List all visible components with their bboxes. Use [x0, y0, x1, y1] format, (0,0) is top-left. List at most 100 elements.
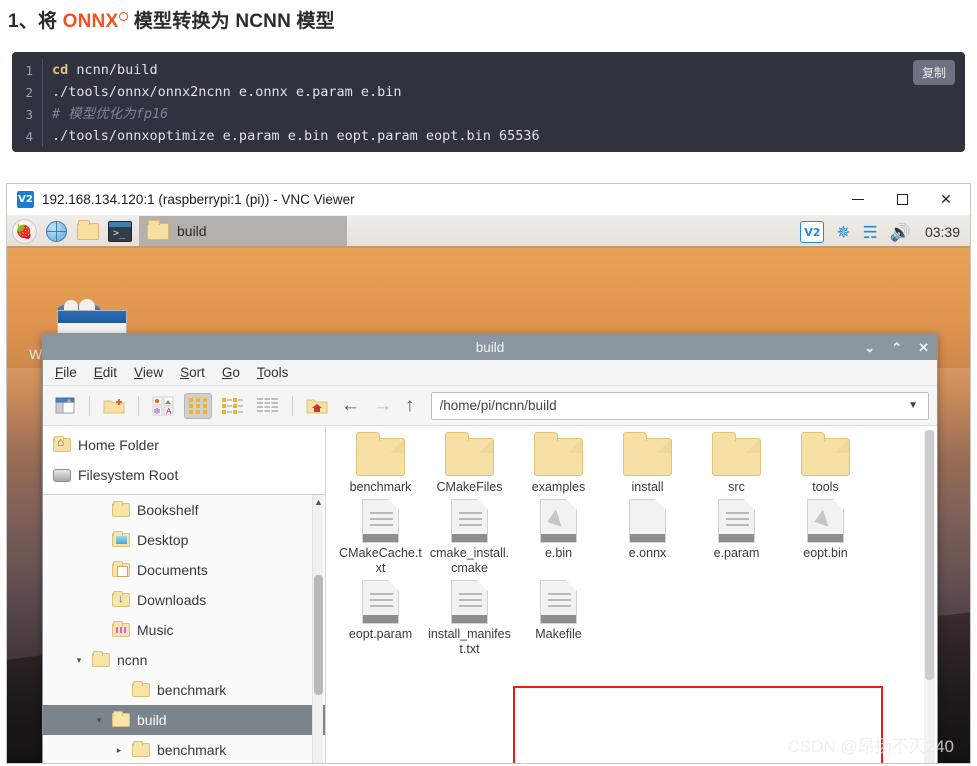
- taskbar-window-button-build[interactable]: build: [139, 216, 347, 246]
- up-button[interactable]: ↑: [402, 395, 418, 417]
- file-pane-scrollbar-thumb[interactable]: [925, 430, 934, 680]
- fm-maximize-button[interactable]: ⌃: [891, 341, 902, 354]
- volume-icon[interactable]: 🔊: [890, 224, 911, 241]
- menu-go[interactable]: Go: [222, 365, 240, 380]
- vnc-viewer-window: V2 192.168.134.120:1 (raspberrypi:1 (pi)…: [6, 183, 971, 764]
- code-line: 4 ./tools/onnxoptimize e.param e.bin eopt…: [12, 125, 965, 147]
- tree-item-label: ncnn: [117, 652, 148, 668]
- code-line-text: ./tools/onnx/onnx2ncnn e.onnx e.param e.…: [42, 81, 965, 103]
- compact-view-icon[interactable]: [219, 393, 247, 419]
- file-item-label: examples: [531, 480, 586, 494]
- new-tab-icon[interactable]: [51, 393, 79, 419]
- file-item-eopt-bin[interactable]: eopt.bin: [781, 495, 870, 576]
- menu-tools[interactable]: Tools: [257, 365, 289, 380]
- tree-scrollbar[interactable]: ▲: [312, 495, 323, 763]
- folder-icon: [801, 432, 850, 476]
- file-item-src[interactable]: src: [692, 432, 781, 495]
- menu-file[interactable]: File: [55, 365, 77, 380]
- file-item-eopt-param[interactable]: eopt.param: [336, 576, 425, 657]
- chevron-down-icon[interactable]: ▼: [904, 400, 922, 411]
- raspberry-menu-icon[interactable]: 🍓: [9, 217, 39, 245]
- tree-item-desktop[interactable]: Desktop: [43, 525, 325, 555]
- binary-file-icon: [807, 499, 844, 543]
- tree-item-ncnn[interactable]: ▾ ncnn: [43, 645, 325, 675]
- back-button[interactable]: ←: [338, 395, 363, 417]
- menu-sort[interactable]: Sort: [180, 365, 205, 380]
- copy-code-button[interactable]: 复制: [912, 60, 955, 85]
- terminal-icon[interactable]: >_: [105, 217, 135, 245]
- file-item-label: CMakeCache.txt: [339, 546, 422, 575]
- file-item-benchmark[interactable]: benchmark: [336, 432, 425, 495]
- menu-edit[interactable]: Edit: [94, 365, 117, 380]
- file-item-e-onnx[interactable]: e.onnx: [603, 495, 692, 576]
- fm-close-button[interactable]: ✕: [918, 341, 929, 354]
- document-file-icon: [451, 499, 488, 543]
- wifi-icon[interactable]: ☴: [863, 224, 878, 241]
- file-list-pane[interactable]: benchmark CMakeFiles examples install src too…: [326, 426, 937, 763]
- file-item-cmakecache-txt[interactable]: CMakeCache.txt: [336, 495, 425, 576]
- file-item-label: e.onnx: [628, 546, 667, 560]
- chevron-right-icon[interactable]: ▸: [113, 745, 125, 756]
- file-item-examples[interactable]: examples: [514, 432, 603, 495]
- file-item-e-bin[interactable]: e.bin: [514, 495, 603, 576]
- file-item-label: cmake_install.cmake: [429, 546, 510, 575]
- folder-icon: [112, 530, 130, 547]
- code-line-text: ./tools/onnxoptimize e.param e.bin eopt.…: [42, 125, 965, 147]
- tree-item-documents[interactable]: Documents: [43, 555, 325, 585]
- forward-button[interactable]: →: [370, 395, 395, 417]
- vnc-maximize-button[interactable]: [880, 184, 924, 215]
- file-row: eopt.param install_manifest.txt Makefile: [336, 576, 937, 657]
- code-block: 1 cd ncnn/build 2 ./tools/onnx/onnx2ncnn e.…: [12, 52, 965, 152]
- vnc-minimize-button[interactable]: [836, 184, 880, 215]
- code-line-text: # 模型优化为fp16: [42, 103, 965, 125]
- vnc-close-button[interactable]: ✕: [924, 184, 968, 215]
- tree-item-benchmark[interactable]: ▸ benchmark: [43, 735, 325, 763]
- file-item-install-manifest-txt[interactable]: install_manifest.txt: [425, 576, 514, 657]
- file-item-install[interactable]: install: [603, 432, 692, 495]
- icon-view-icon[interactable]: [184, 392, 212, 419]
- folder-icon: [112, 500, 130, 517]
- vnc-tray-icon[interactable]: V2: [800, 221, 825, 243]
- place-item-filesystem-root[interactable]: Filesystem Root: [43, 460, 325, 490]
- home-icon[interactable]: [303, 393, 331, 419]
- file-grid: benchmark CMakeFiles examples install src too…: [336, 432, 937, 657]
- folder-icon: [147, 219, 169, 240]
- tree-item-build[interactable]: ▾ build: [43, 705, 325, 735]
- path-bar[interactable]: ▼: [430, 391, 929, 420]
- file-item-label: e.bin: [544, 546, 573, 560]
- file-item-cmake-install-cmake[interactable]: cmake_install.cmake: [425, 495, 514, 576]
- tree-item-music[interactable]: Music: [43, 615, 325, 645]
- file-item-tools[interactable]: tools: [781, 432, 870, 495]
- home-folder-icon: [53, 435, 71, 452]
- scroll-up-arrow-icon[interactable]: ▲: [314, 497, 323, 507]
- show-thumbnails-icon[interactable]: A: [149, 393, 177, 419]
- background-window-titlebar: [58, 311, 126, 323]
- file-row: CMakeCache.txt cmake_install.cmake e.bin e.…: [336, 495, 937, 576]
- detailed-list-icon[interactable]: [254, 393, 282, 419]
- place-item-home-folder[interactable]: Home Folder: [43, 430, 325, 460]
- tree-item-downloads[interactable]: Downloads: [43, 585, 325, 615]
- path-input[interactable]: [437, 397, 905, 414]
- file-item-cmakefiles[interactable]: CMakeFiles: [425, 432, 514, 495]
- tree-item-benchmark[interactable]: benchmark: [43, 675, 325, 705]
- file-item-e-param[interactable]: e.param: [692, 495, 781, 576]
- file-pane-scrollbar[interactable]: [924, 430, 935, 763]
- code-line-number: 3: [25, 106, 33, 122]
- vnc-logo-icon: V2: [17, 191, 34, 208]
- menu-view[interactable]: View: [134, 365, 163, 380]
- fm-minimize-button[interactable]: ⌄: [864, 341, 875, 354]
- chevron-down-icon[interactable]: ▾: [93, 715, 105, 726]
- file-manager-icon[interactable]: [73, 217, 103, 245]
- file-item-makefile[interactable]: Makefile: [514, 576, 603, 657]
- tree-scrollbar-thumb[interactable]: [314, 575, 323, 695]
- web-browser-icon[interactable]: [41, 217, 71, 245]
- folder-icon: [623, 432, 672, 476]
- tree-item-bookshelf[interactable]: Bookshelf: [43, 495, 325, 525]
- new-folder-icon[interactable]: [100, 393, 128, 419]
- raspbian-desktop: Wa build ⌄ ⌃ ✕ File Edit View Sort Go Tools: [7, 248, 970, 763]
- file-manager-sidebar: Home Folder Filesystem Root Bookshelf Desk…: [43, 426, 326, 763]
- chevron-down-icon[interactable]: ▾: [73, 655, 85, 666]
- code-keyword: cd: [52, 62, 69, 78]
- file-item-label: tools: [812, 480, 839, 494]
- bluetooth-icon[interactable]: ✵: [836, 224, 850, 241]
